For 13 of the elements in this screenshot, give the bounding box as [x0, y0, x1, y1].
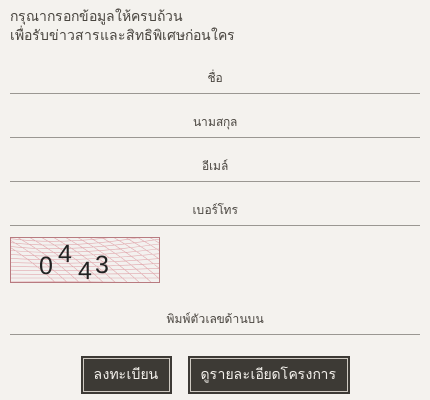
intro-text: เพื่อรับข่าวสารและสิทธิพิเศษก่อนใคร — [10, 27, 420, 46]
details-button[interactable]: ดูรายละเอียดโครงการ — [188, 356, 350, 394]
input-field[interactable]: ชื่อ — [10, 50, 420, 94]
captcha-digit: 4 — [58, 242, 72, 267]
captcha-digit: 3 — [95, 253, 109, 278]
intro-text: กรุณากรอกข้อมูลให้ครบถ้วน — [10, 8, 184, 26]
captcha-digit: 0 — [39, 254, 53, 279]
captcha-digit: 4 — [78, 259, 92, 282]
input-field[interactable]: อีเมล์ — [10, 138, 420, 182]
input-field[interactable]: เบอร์โทร — [10, 182, 420, 226]
register-button[interactable]: ลงทะเบียน — [80, 356, 172, 394]
input-field[interactable]: นามสกุล — [10, 94, 420, 138]
input-field[interactable]: พิมพ์ตัวเลขด้านบน — [10, 291, 420, 335]
